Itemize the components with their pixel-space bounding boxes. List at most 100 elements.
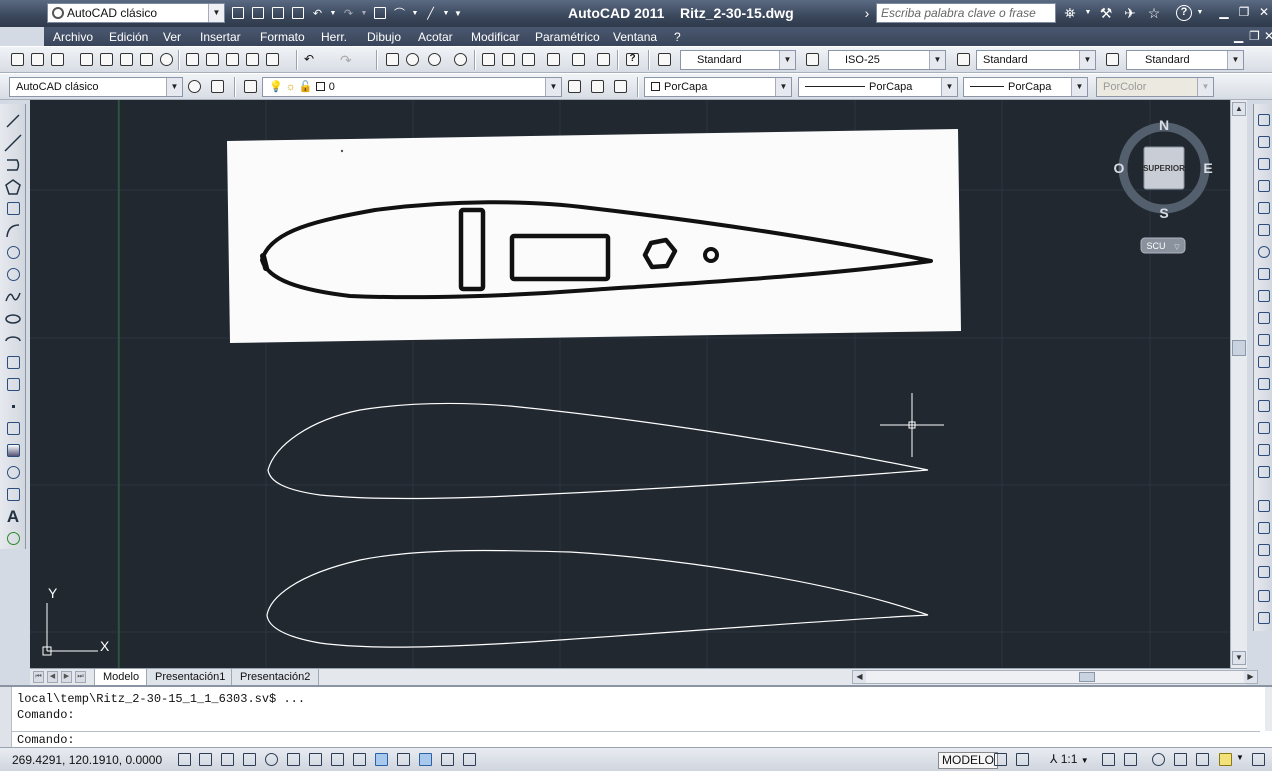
layer-states-icon[interactable] [612, 79, 629, 95]
calculator-icon[interactable] [595, 52, 612, 68]
arc-tool-icon[interactable] [4, 222, 22, 240]
erase-icon[interactable] [1256, 112, 1272, 128]
design-center-icon[interactable] [500, 52, 517, 68]
block-editor-icon[interactable] [264, 52, 281, 68]
3d-print-icon[interactable] [138, 52, 155, 68]
make-current-layer-icon[interactable] [566, 79, 583, 95]
status-menu-chevron-icon[interactable]: ▼ [1236, 753, 1244, 762]
linetype-select[interactable]: PorCapa ▼ [798, 77, 958, 97]
dynamic-ucs-icon[interactable] [329, 752, 345, 768]
menu-parametrico[interactable]: Paramétrico [535, 30, 600, 44]
chevron-down-icon[interactable]: ▼ [941, 78, 957, 96]
undo-icon[interactable]: ↶ [304, 52, 321, 68]
array-icon[interactable] [1256, 200, 1272, 216]
revision-cloud-icon[interactable] [4, 266, 22, 284]
scroll-down-icon[interactable]: ▼ [1232, 651, 1246, 665]
table-tool-icon[interactable] [4, 486, 22, 504]
draw-order-below-icon[interactable] [1256, 564, 1272, 580]
dynamic-input-icon[interactable] [351, 752, 367, 768]
zoom-window-icon[interactable] [426, 52, 443, 68]
construction-line-icon[interactable] [4, 134, 22, 152]
lineweight-display-icon[interactable] [373, 752, 389, 768]
undo-icon[interactable]: ↶ [309, 5, 326, 21]
chevron-down-icon[interactable]: ▼ [545, 78, 561, 96]
workspace-save-icon[interactable] [209, 79, 226, 95]
3d-osnap-icon[interactable] [285, 752, 301, 768]
line-dropdown-icon[interactable]: ▼ [442, 5, 450, 21]
mtext-tool-icon[interactable]: A [4, 508, 22, 526]
paste-icon[interactable] [224, 52, 241, 68]
tab-presentacion2[interactable]: Presentación2 [231, 669, 320, 686]
annotation-scale[interactable]: ⅄ 1:1 ▼ [1050, 752, 1089, 766]
binoculars-dropdown-icon[interactable]: ▼ [1084, 3, 1092, 23]
menu-formato[interactable]: Formato [260, 30, 305, 44]
customize-qat-icon[interactable]: ▼ [453, 5, 463, 21]
star-icon[interactable]: ☆ [1144, 3, 1164, 23]
chamfer-icon[interactable] [1256, 420, 1272, 436]
fillet-icon[interactable] [1256, 442, 1272, 458]
move-icon[interactable] [1256, 222, 1272, 238]
redo-icon[interactable]: ↷ [340, 52, 357, 68]
chevron-down-icon[interactable]: ▼ [929, 51, 945, 69]
stretch-icon[interactable] [1256, 288, 1272, 304]
new-icon[interactable] [9, 52, 26, 68]
horizontal-scroll-thumb[interactable] [1079, 672, 1095, 682]
toolbar-lock-icon[interactable] [1172, 752, 1188, 768]
text-style-select[interactable]: Standard ▼ [680, 50, 796, 70]
copy-object-icon[interactable] [1256, 134, 1272, 150]
copy-icon[interactable] [204, 52, 221, 68]
doc-restore-icon[interactable]: ❐ [1249, 29, 1260, 43]
add-selected-icon[interactable] [4, 530, 22, 548]
layer-previous-icon[interactable] [589, 79, 606, 95]
ellipse-arc-icon[interactable] [4, 332, 22, 350]
grid-display-icon[interactable] [197, 752, 213, 768]
point-tool-icon[interactable] [4, 398, 22, 416]
help-icon[interactable]: ? [1176, 5, 1192, 21]
ellipse-tool-icon[interactable] [4, 310, 22, 328]
isolate-objects-icon[interactable] [1217, 752, 1233, 768]
quick-properties-icon[interactable] [417, 752, 433, 768]
open-file-icon[interactable] [249, 5, 266, 21]
chevron-down-icon[interactable]: ▼ [1071, 78, 1087, 96]
chevron-right-icon[interactable]: › [860, 3, 874, 23]
menu-herr[interactable]: Herr. [321, 30, 347, 44]
draw-order-above-icon[interactable] [1256, 542, 1272, 558]
properties-icon[interactable] [480, 52, 497, 68]
save-icon[interactable] [269, 5, 286, 21]
first-tab-icon[interactable]: ⏮ [33, 671, 44, 683]
polar-tracking-icon[interactable] [241, 752, 257, 768]
text-front-icon[interactable] [1256, 588, 1272, 604]
compass-east[interactable]: E [1203, 160, 1212, 176]
object-snap-icon[interactable] [263, 752, 279, 768]
prev-tab-icon[interactable]: ◀ [47, 671, 58, 683]
quick-view-drawings-icon[interactable] [1014, 752, 1030, 768]
make-block-icon[interactable] [4, 376, 22, 394]
mleader-style-icon[interactable] [1104, 52, 1121, 68]
markup-icon[interactable] [570, 52, 587, 68]
new-file-icon[interactable] [229, 5, 246, 21]
spline-tool-icon[interactable] [4, 288, 22, 306]
satellite-icon[interactable]: ✈ [1120, 3, 1140, 23]
ortho-mode-icon[interactable] [219, 752, 235, 768]
line-icon[interactable]: ╱ [422, 5, 439, 21]
drawing-area[interactable]: Y X SUPERIOR N S E O SCU ▽ [30, 100, 1230, 668]
blend-curves-icon[interactable] [1256, 464, 1272, 480]
chevron-down-icon[interactable]: ▼ [166, 78, 182, 96]
match-properties-icon[interactable] [244, 52, 261, 68]
workspace-selector[interactable]: AutoCAD clásico ▼ [47, 3, 225, 23]
save-icon[interactable] [49, 52, 66, 68]
pan-icon[interactable] [384, 52, 401, 68]
chevron-down-icon[interactable]: ▼ [208, 4, 224, 22]
join-icon[interactable] [1256, 398, 1272, 414]
scale-icon[interactable] [1256, 266, 1272, 282]
last-tab-icon[interactable]: ⏭ [75, 671, 86, 683]
plot-icon[interactable] [78, 52, 95, 68]
compass-north[interactable]: N [1159, 117, 1169, 133]
chevron-down-icon[interactable]: ▼ [1227, 51, 1243, 69]
clean-screen-icon[interactable] [1250, 752, 1266, 768]
plot-icon[interactable] [371, 5, 388, 21]
tab-modelo[interactable]: Modelo [94, 669, 149, 686]
save-as-icon[interactable] [289, 5, 306, 21]
menu-ayuda[interactable]: ? [674, 30, 681, 44]
vertical-scroll-thumb[interactable] [1232, 340, 1246, 356]
